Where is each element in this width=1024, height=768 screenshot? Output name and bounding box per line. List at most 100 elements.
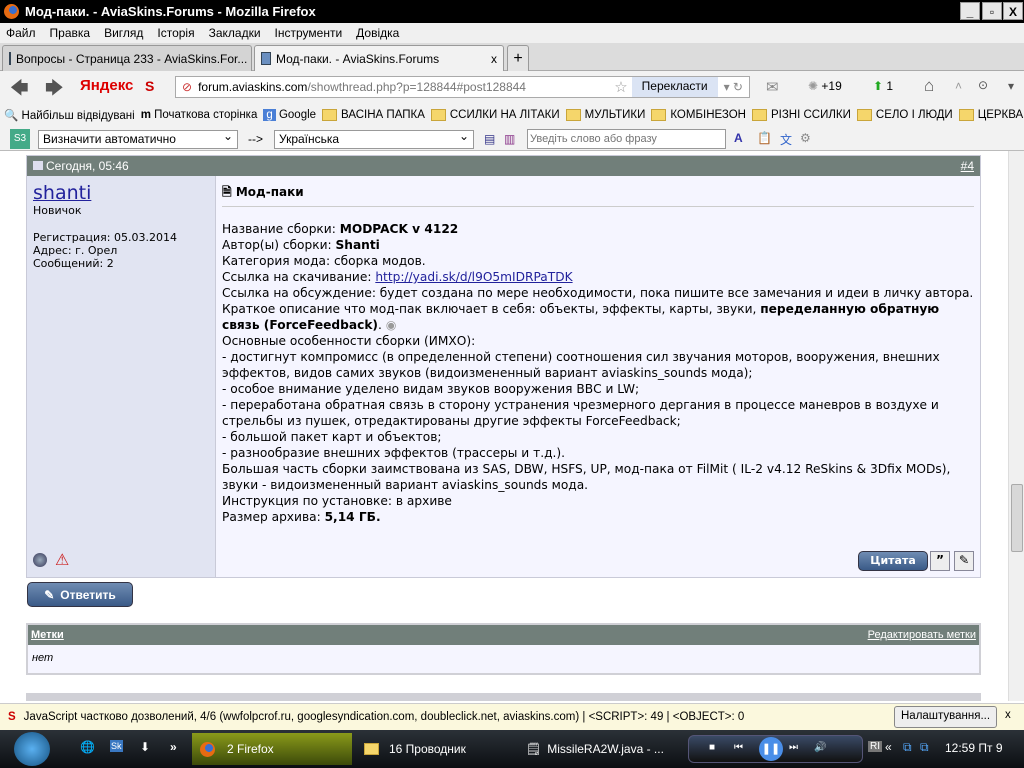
bookmark-folder[interactable]: РІЗНІ ССИЛКИ — [752, 108, 851, 121]
close-button[interactable]: X — [1003, 2, 1023, 20]
back-icon[interactable]: 🡄 — [10, 76, 29, 106]
notepad-icon: 🗒 — [526, 742, 542, 756]
pen-icon: ✎ — [44, 587, 55, 602]
bookmark-star-icon[interactable]: ☆ — [614, 78, 627, 96]
task-label: MissileRA2W.java - ... — [547, 742, 664, 756]
bookmark-home[interactable]: m Початкова сторінка — [141, 109, 258, 121]
start-button[interactable] — [14, 732, 50, 766]
report-icon[interactable]: ⚠ — [55, 550, 69, 569]
mail-icon[interactable]: ✉ — [766, 78, 779, 96]
tags-value: нет — [28, 645, 979, 673]
tray-expand-icon[interactable]: « — [885, 740, 892, 754]
bookmark-folder[interactable]: ССИЛКИ НА ЛІТАКИ — [430, 108, 560, 121]
menu-bookmarks[interactable]: Закладки — [209, 26, 261, 40]
media-player-controls[interactable]: ❚❚ ⏮ ⏭ ■ 🔊 — [688, 735, 863, 763]
quote-button[interactable]: Цитата — [858, 551, 928, 571]
clock[interactable]: 12:59 Пт 9 — [945, 741, 1003, 755]
forward-icon[interactable]: 🡆 — [45, 76, 64, 106]
download-link[interactable]: http://yadi.sk/d/l9O5mIDRPaTDK — [375, 270, 572, 284]
settings-button[interactable]: Налаштування... — [894, 706, 998, 728]
edit-tags-link[interactable]: Редактировать метки — [868, 629, 976, 641]
minimize-button[interactable]: _ — [960, 2, 980, 20]
taskbar-firefox[interactable]: 2 Firefox — [192, 733, 352, 765]
close-tab-icon[interactable]: x — [491, 52, 497, 66]
author-link[interactable]: shanti — [33, 182, 209, 204]
bookmark-most-visited[interactable]: 🔍 Найбільш відвідувані — [4, 108, 135, 122]
menu-dropdown-icon[interactable]: ▾ — [1008, 79, 1014, 93]
home-icon[interactable]: ⌂ — [924, 76, 934, 96]
bookmark-folder[interactable]: ВАСІНА ПАПКА — [322, 108, 425, 121]
url-path: /showthread.php?p=128844#post128844 — [307, 80, 526, 94]
menu-file[interactable]: Файл — [6, 26, 36, 40]
tags-link[interactable]: Метки — [31, 629, 64, 641]
reply-label: Ответить — [60, 587, 116, 602]
settings-icon[interactable]: ⚙ — [800, 131, 811, 145]
text: 5,14 ГБ. — [324, 510, 381, 524]
menu-edit[interactable]: Правка — [50, 26, 91, 40]
folder-icon — [364, 743, 379, 755]
url-bar[interactable]: ⊘ forum.aviaskins.com /showthread.php?p=… — [175, 76, 750, 98]
word-input[interactable] — [527, 129, 726, 149]
translate-icon[interactable]: ▤ — [484, 132, 495, 146]
search-icon[interactable]: ⊙ — [978, 78, 988, 92]
text: . — [378, 318, 382, 332]
reload-icon[interactable]: ▾ ↻ — [724, 80, 743, 94]
translate-button[interactable]: Перекласти — [631, 77, 718, 97]
source-language-select[interactable]: Визначити автоматично — [38, 129, 238, 149]
menu-bar: Файл Правка Вигляд Історія Закладки Інст… — [0, 23, 1024, 43]
bookmark-folder[interactable]: МУЛЬТИКИ — [565, 108, 645, 121]
post-line: - разнообразие внешних эффектов (трассер… — [222, 446, 565, 460]
menu-view[interactable]: Вигляд — [104, 26, 143, 40]
menu-tools[interactable]: Інструменти — [275, 26, 343, 40]
previous-icon[interactable]: ⏮ — [734, 742, 743, 753]
volume-icon[interactable]: 🔊 — [814, 742, 826, 753]
language-indicator[interactable]: RI — [868, 741, 882, 752]
post-line: Ссылка на скачивание: http://yadi.sk/d/l… — [222, 269, 974, 285]
menu-history[interactable]: Історія — [157, 26, 194, 40]
next-icon[interactable]: ⏭ — [789, 742, 798, 753]
globe-icon[interactable]: 🌐 — [80, 740, 95, 754]
yandex-button[interactable]: Яндекс — [80, 77, 133, 94]
download-icon[interactable]: ⬇ — [140, 740, 150, 754]
post-line: - большой пакет карт и объектов; — [222, 430, 442, 444]
stop-icon[interactable]: ■ — [709, 742, 715, 753]
bookmark-folder[interactable]: КОМБІНЕЗОН — [651, 108, 746, 121]
counter-widget[interactable]: ⬆ 1 — [873, 79, 893, 93]
network-icon-2[interactable]: ⧉ — [920, 740, 929, 755]
scrollbar-thumb[interactable] — [1011, 484, 1023, 552]
font-icon[interactable]: A — [734, 131, 743, 145]
post-number-link[interactable]: #4 — [961, 159, 974, 173]
target-language-select[interactable]: Українська — [274, 129, 474, 149]
maximize-button[interactable]: ▫ — [982, 2, 1002, 20]
google-icon: g — [263, 109, 276, 121]
taskbar-explorer[interactable]: 16 Проводник — [356, 733, 516, 765]
pause-icon[interactable]: ❚❚ — [759, 737, 783, 761]
tab-bar: Вопросы - Страница 233 - AviaSkins.For..… — [0, 43, 1024, 71]
dictionary-icon[interactable]: ▥ — [504, 132, 515, 146]
network-icon[interactable]: ⧉ — [903, 740, 912, 755]
taskbar-notepad[interactable]: 🗒 MissileRA2W.java - ... — [518, 733, 678, 765]
noscript-icon[interactable]: S — [145, 78, 154, 94]
tab-questions[interactable]: Вопросы - Страница 233 - AviaSkins.For..… — [2, 45, 252, 71]
registration-date: Регистрация: 05.03.2014 — [33, 231, 177, 244]
translate-a-icon[interactable]: 文 — [780, 131, 792, 148]
skype-icon[interactable]: Sk — [110, 740, 123, 752]
taskbar: 🌐 Sk ⬇ » 2 Firefox 16 Проводник 🗒 Missile… — [0, 730, 1024, 768]
reply-button[interactable]: ✎ Ответить — [27, 582, 133, 607]
quick-reply-icon[interactable]: ✎ — [954, 551, 974, 571]
bookmark-folder[interactable]: СЕЛО І ЛЮДИ — [856, 108, 953, 121]
close-notification-button[interactable]: x — [1005, 709, 1011, 721]
new-tab-button[interactable]: + — [507, 45, 529, 71]
multi-quote-icon[interactable]: ” — [930, 551, 950, 571]
more-icon[interactable]: » — [170, 740, 177, 754]
bookmark-google[interactable]: g Google — [263, 109, 316, 121]
up-icon[interactable]: ˄ — [955, 79, 962, 93]
clipboard-icon[interactable]: 📋 — [757, 131, 772, 145]
vertical-scrollbar[interactable] — [1008, 151, 1024, 701]
post-line: Большая часть сборки заимствована из SAS… — [222, 462, 951, 492]
bookmark-folder[interactable]: ЦЕРКВА — [958, 108, 1023, 121]
site-icon — [261, 52, 271, 65]
menu-help[interactable]: Довідка — [356, 26, 399, 40]
tab-modpacks[interactable]: Мод-паки. - AviaSkins.Forums x — [254, 45, 504, 71]
weather-widget[interactable]: ✺ +19 — [808, 79, 842, 93]
